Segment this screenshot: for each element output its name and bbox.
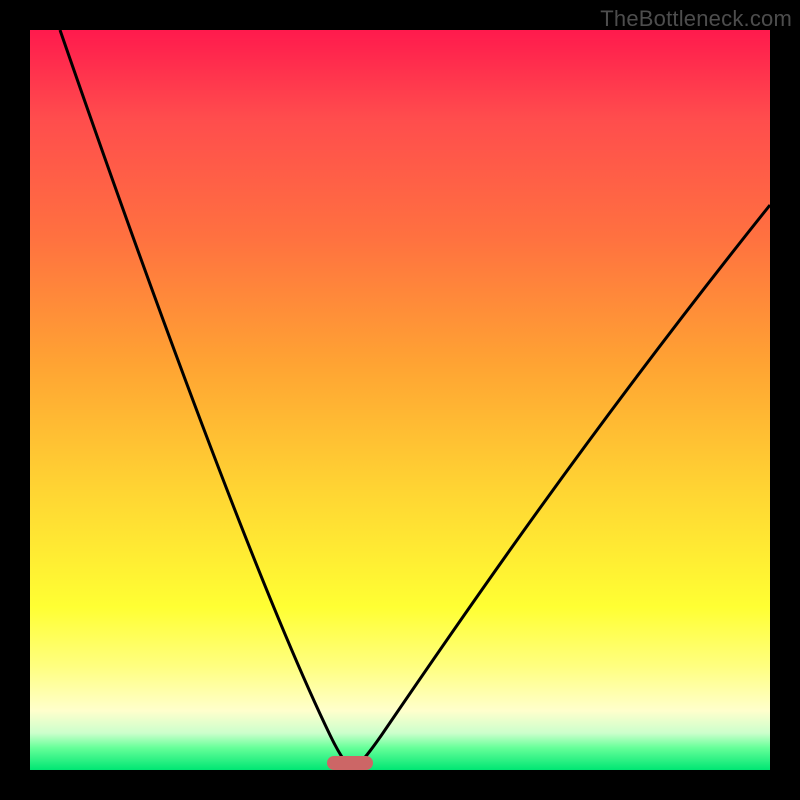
curve-path	[60, 30, 770, 770]
chart-frame: TheBottleneck.com	[0, 0, 800, 800]
optimum-marker	[327, 756, 373, 770]
watermark-text: TheBottleneck.com	[600, 6, 792, 32]
plot-area	[30, 30, 770, 770]
bottleneck-curve	[30, 30, 770, 770]
